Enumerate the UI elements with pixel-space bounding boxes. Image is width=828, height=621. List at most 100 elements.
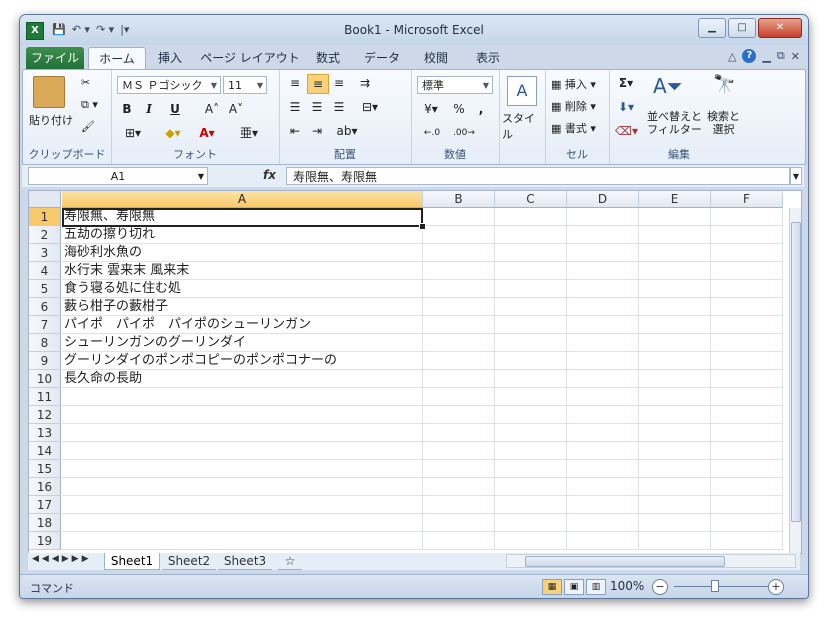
sheet-tab-2[interactable]: Sheet2 (162, 553, 216, 570)
cell-d8[interactable] (567, 334, 639, 352)
cell-b16[interactable] (423, 478, 495, 496)
cell-c9[interactable] (495, 352, 567, 370)
cell-a4[interactable]: 水行末 雲来末 風来末 (62, 262, 423, 280)
cell-a3[interactable]: 海砂利水魚の (62, 244, 423, 262)
new-sheet-icon[interactable]: ☆ (278, 553, 302, 570)
fill-handle[interactable] (419, 223, 426, 230)
phonetic-icon[interactable]: 亜▾ (235, 124, 263, 142)
cell-b10[interactable] (423, 370, 495, 388)
decrease-indent-icon[interactable]: ⇤ (285, 122, 305, 140)
cell-d1[interactable] (567, 208, 639, 226)
cell-b18[interactable] (423, 514, 495, 532)
font-color-icon[interactable]: A▾ (193, 124, 221, 142)
cell-b12[interactable] (423, 406, 495, 424)
zoom-slider[interactable] (674, 586, 769, 587)
cell-b8[interactable] (423, 334, 495, 352)
cell-d5[interactable] (567, 280, 639, 298)
paste-button[interactable]: 貼り付け (29, 112, 73, 128)
cell-c16[interactable] (495, 478, 567, 496)
cell-e4[interactable] (639, 262, 711, 280)
cell-f15[interactable] (711, 460, 783, 478)
cell-c18[interactable] (495, 514, 567, 532)
row-header[interactable]: 8 (29, 334, 61, 352)
row-header[interactable]: 10 (29, 370, 61, 388)
cell-c7[interactable] (495, 316, 567, 334)
cell-b17[interactable] (423, 496, 495, 514)
cell-f8[interactable] (711, 334, 783, 352)
cell-b3[interactable] (423, 244, 495, 262)
format-painter-icon[interactable]: 🖌 (81, 120, 95, 133)
cell-e18[interactable] (639, 514, 711, 532)
cell-d19[interactable] (567, 532, 639, 550)
cell-a10[interactable]: 長久命の長助 (62, 370, 423, 388)
cell-f1[interactable] (711, 208, 783, 226)
cell-c4[interactable] (495, 262, 567, 280)
cell-b4[interactable] (423, 262, 495, 280)
cell-a7[interactable]: パイポ パイポ パイポのシューリンガン (62, 316, 423, 334)
minimize-button[interactable]: ▁ (698, 18, 726, 38)
paste-icon[interactable] (33, 76, 65, 108)
grow-font-button[interactable]: A˄ (201, 100, 223, 118)
tab-file[interactable]: ファイル (26, 47, 84, 69)
cell-e10[interactable] (639, 370, 711, 388)
cell-a15[interactable] (62, 460, 423, 478)
sheet-navigation-arrows[interactable]: ◀◀◀▶▶▶ (32, 554, 92, 564)
row-header[interactable]: 15 (29, 460, 61, 478)
insert-function-icon[interactable]: fx (263, 168, 276, 182)
cell-f18[interactable] (711, 514, 783, 532)
cell-c12[interactable] (495, 406, 567, 424)
doc-minimize-button[interactable]: ▁ (762, 50, 770, 63)
number-format-select[interactable]: 標準 ▼ (417, 76, 493, 94)
row-header[interactable]: 9 (29, 352, 61, 370)
italic-button[interactable]: I (141, 100, 157, 118)
sort-filter-icon[interactable]: A⏷ (653, 74, 683, 98)
formula-input[interactable]: 寿限無、寿限無 (286, 167, 790, 185)
page-layout-view-icon[interactable]: ▣ (564, 579, 584, 595)
cell-d17[interactable] (567, 496, 639, 514)
increase-decimal-icon[interactable]: ←.0 (417, 124, 447, 142)
row-header[interactable]: 1 (29, 208, 61, 226)
cell-e13[interactable] (639, 424, 711, 442)
cell-d11[interactable] (567, 388, 639, 406)
cell-e2[interactable] (639, 226, 711, 244)
cell-f13[interactable] (711, 424, 783, 442)
cell-e19[interactable] (639, 532, 711, 550)
cell-a8[interactable]: シューリンガンのグーリンダイ (62, 334, 423, 352)
cell-d2[interactable] (567, 226, 639, 244)
cell-b11[interactable] (423, 388, 495, 406)
zoom-level[interactable]: 100% (610, 579, 644, 593)
cell-d6[interactable] (567, 298, 639, 316)
delete-cells-button[interactable]: ▦ 削除 ▾ (551, 98, 596, 114)
cut-icon[interactable]: ✂ (81, 76, 90, 89)
row-header[interactable]: 4 (29, 262, 61, 280)
cell-b5[interactable] (423, 280, 495, 298)
row-header[interactable]: 3 (29, 244, 61, 262)
row-header[interactable]: 13 (29, 424, 61, 442)
cell-d12[interactable] (567, 406, 639, 424)
fill-color-icon[interactable]: ◆▾ (159, 124, 187, 142)
doc-restore-button[interactable]: ⧉ (777, 49, 785, 63)
cell-a2[interactable]: 五劫の擦り切れ (62, 226, 423, 244)
vertical-scroll-thumb[interactable] (791, 222, 801, 522)
cell-b19[interactable] (423, 532, 495, 550)
currency-icon[interactable]: ¥▾ (417, 100, 445, 118)
row-header[interactable]: 14 (29, 442, 61, 460)
cell-e16[interactable] (639, 478, 711, 496)
insert-cells-button[interactable]: ▦ 挿入 ▾ (551, 76, 596, 92)
cell-d18[interactable] (567, 514, 639, 532)
cell-a5[interactable]: 食う寝る処に住む処 (62, 280, 423, 298)
fill-icon[interactable]: ⬇▾ (615, 98, 637, 116)
font-name-select[interactable]: ＭＳ Ｐゴシック ▼ (117, 76, 221, 94)
cell-e3[interactable] (639, 244, 711, 262)
wrap-text-icon[interactable]: ⇉ (355, 74, 375, 92)
tab-home[interactable]: ホーム (88, 47, 146, 69)
format-cells-button[interactable]: ▦ 書式 ▾ (551, 120, 596, 136)
doc-close-button[interactable]: ✕ (791, 50, 800, 63)
cell-f3[interactable] (711, 244, 783, 262)
cell-d14[interactable] (567, 442, 639, 460)
cell-f7[interactable] (711, 316, 783, 334)
bold-button[interactable]: B (119, 100, 135, 118)
cell-d3[interactable] (567, 244, 639, 262)
align-right-icon[interactable]: ☰ (329, 98, 349, 116)
cell-e6[interactable] (639, 298, 711, 316)
